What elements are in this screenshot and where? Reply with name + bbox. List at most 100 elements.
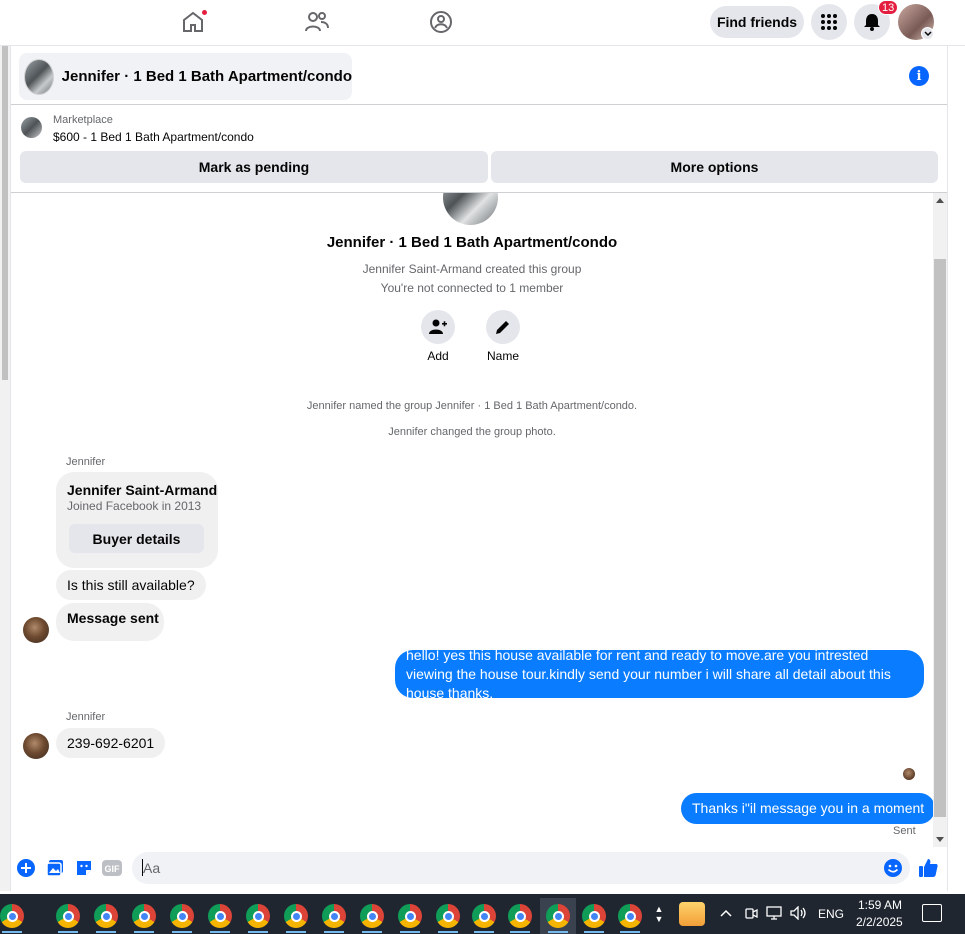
listing-title[interactable]: $600 - 1 Bed 1 Bath Apartment/condo xyxy=(53,130,254,144)
taskbar-overflow-scroll[interactable]: ▲ ▼ xyxy=(652,894,666,934)
taskbar-chrome-app[interactable] xyxy=(466,898,502,934)
notification-center-icon[interactable] xyxy=(922,904,942,922)
taskbar-chrome-app-active[interactable] xyxy=(540,898,576,934)
chrome-icon xyxy=(94,904,118,928)
more-options-button[interactable]: More options xyxy=(491,151,938,183)
chrome-icon xyxy=(436,904,460,928)
home-icon[interactable] xyxy=(178,8,208,36)
meet-now-icon[interactable] xyxy=(744,904,758,922)
page-scrollbar-thumb[interactable] xyxy=(2,46,8,380)
home-notification-dot xyxy=(201,9,208,16)
buyer-name: Jennifer Saint-Armand xyxy=(67,482,218,498)
message-list: Jennifer · 1 Bed 1 Bath Apartment/condo … xyxy=(11,193,933,847)
message-bubble-outgoing[interactable]: hello! yes this house available for rent… xyxy=(395,647,924,701)
taskbar-chrome-app[interactable] xyxy=(502,898,538,934)
message-bubble-incoming[interactable]: Is this still available? xyxy=(56,570,206,600)
group-avatar xyxy=(24,58,54,95)
taskbar-chrome-app[interactable] xyxy=(0,898,30,934)
info-icon[interactable]: i xyxy=(909,66,929,86)
message-input[interactable]: Aa xyxy=(132,852,910,884)
chrome-icon xyxy=(0,904,24,928)
show-hidden-icons-chevron-icon[interactable] xyxy=(720,904,732,922)
menu-grid-icon[interactable] xyxy=(811,4,847,40)
weather-widget-icon[interactable] xyxy=(679,902,705,926)
photo-icon[interactable] xyxy=(45,858,65,878)
message-bubble-outgoing[interactable]: Thanks i"il message you in a moment xyxy=(681,793,933,824)
group-created-text: Jennifer Saint-Armand created this group xyxy=(362,262,582,276)
chrome-icon xyxy=(398,904,422,928)
chevron-down-icon[interactable]: ▼ xyxy=(655,914,664,924)
sent-status: Sent xyxy=(893,825,916,837)
taskbar-chrome-app[interactable] xyxy=(576,898,612,934)
message-input-placeholder: Aa xyxy=(143,860,161,876)
sender-name: Jennifer xyxy=(66,456,106,468)
chrome-icon xyxy=(132,904,156,928)
chrome-icon xyxy=(56,904,80,928)
scroll-down-icon[interactable] xyxy=(936,837,944,842)
chrome-icon xyxy=(322,904,346,928)
buyer-details-button[interactable]: Buyer details xyxy=(69,524,204,553)
chevron-up-icon[interactable]: ▲ xyxy=(655,904,664,914)
find-friends-button[interactable]: Find friends xyxy=(710,6,804,38)
taskbar-chrome-app[interactable] xyxy=(202,898,238,934)
taskbar-chrome-app[interactable] xyxy=(316,898,352,934)
message-composer: GIF Aa xyxy=(11,847,947,891)
sender-avatar[interactable] xyxy=(23,733,49,759)
connection-text: You're not connected to 1 member xyxy=(380,281,564,295)
friends-icon[interactable] xyxy=(302,8,332,36)
chat-scrollbar-thumb[interactable] xyxy=(934,259,946,817)
taskbar-chrome-app[interactable] xyxy=(354,898,390,934)
taskbar-chrome-app[interactable] xyxy=(50,898,86,934)
sender-name: Jennifer xyxy=(66,711,106,723)
clock-time[interactable]: 1:59 AM xyxy=(858,898,902,912)
svg-text:GIF: GIF xyxy=(105,864,121,874)
mark-as-pending-button[interactable]: Mark as pending xyxy=(20,151,488,183)
scroll-up-icon[interactable] xyxy=(936,198,944,203)
add-label: Add xyxy=(427,349,449,363)
message-bubble-incoming[interactable]: Message sent xyxy=(56,603,164,641)
windows-taskbar: ▲ ▼ ENG 1:59 AM 2/2/2025 xyxy=(0,894,965,934)
network-icon[interactable] xyxy=(766,904,782,922)
system-message: Jennifer changed the group photo. xyxy=(388,426,556,438)
thumbs-up-icon[interactable] xyxy=(918,858,938,878)
group-name: Jennifer · 1 Bed 1 Bath Apartment/condo xyxy=(326,234,618,251)
page-scrollbar[interactable] xyxy=(0,46,10,891)
marketplace-label: Marketplace xyxy=(53,114,113,126)
message-bubble-incoming[interactable]: 239-692-6201 xyxy=(56,728,166,758)
listing-thumbnail[interactable] xyxy=(21,117,42,138)
taskbar-chrome-app[interactable] xyxy=(430,898,466,934)
sender-avatar[interactable] xyxy=(23,617,49,643)
marketplace-bar: Marketplace $600 - 1 Bed 1 Bath Apartmen… xyxy=(11,105,947,193)
buyer-profile-card: Jennifer Saint-Armand Joined Facebook in… xyxy=(56,472,218,568)
taskbar-chrome-app[interactable] xyxy=(126,898,162,934)
groups-icon[interactable] xyxy=(426,8,456,36)
sticker-icon[interactable] xyxy=(74,858,94,878)
chrome-icon xyxy=(582,904,606,928)
taskbar-chrome-app[interactable] xyxy=(164,898,200,934)
clock-date[interactable]: 2/2/2025 xyxy=(856,915,903,929)
taskbar-chrome-app[interactable] xyxy=(392,898,428,934)
taskbar-chrome-app[interactable] xyxy=(278,898,314,934)
buyer-joined: Joined Facebook in 2013 xyxy=(67,499,202,513)
chevron-down-icon[interactable] xyxy=(921,27,934,40)
chrome-icon xyxy=(284,904,308,928)
chat-scrollbar[interactable] xyxy=(933,193,947,847)
volume-icon[interactable] xyxy=(790,904,808,922)
add-person-icon[interactable] xyxy=(421,310,455,344)
chrome-icon xyxy=(170,904,194,928)
name-label: Name xyxy=(486,349,519,363)
top-navigation-bar: Find friends 13 xyxy=(0,0,965,46)
pencil-icon[interactable] xyxy=(486,310,520,344)
gif-icon[interactable]: GIF xyxy=(102,858,122,878)
chrome-icon xyxy=(546,904,570,928)
language-indicator[interactable]: ENG xyxy=(818,907,844,921)
emoji-icon[interactable] xyxy=(883,858,903,878)
taskbar-chrome-app[interactable] xyxy=(88,898,124,934)
chat-title-button[interactable]: Jennifer · 1 Bed 1 Bath Apartment/condo xyxy=(19,53,352,100)
taskbar-chrome-app[interactable] xyxy=(612,898,648,934)
plus-circle-icon[interactable] xyxy=(16,858,36,878)
add-member-action[interactable]: Add xyxy=(413,310,463,363)
name-group-action[interactable]: Name xyxy=(478,310,528,363)
notification-count-badge: 13 xyxy=(878,0,899,15)
taskbar-chrome-app[interactable] xyxy=(240,898,276,934)
